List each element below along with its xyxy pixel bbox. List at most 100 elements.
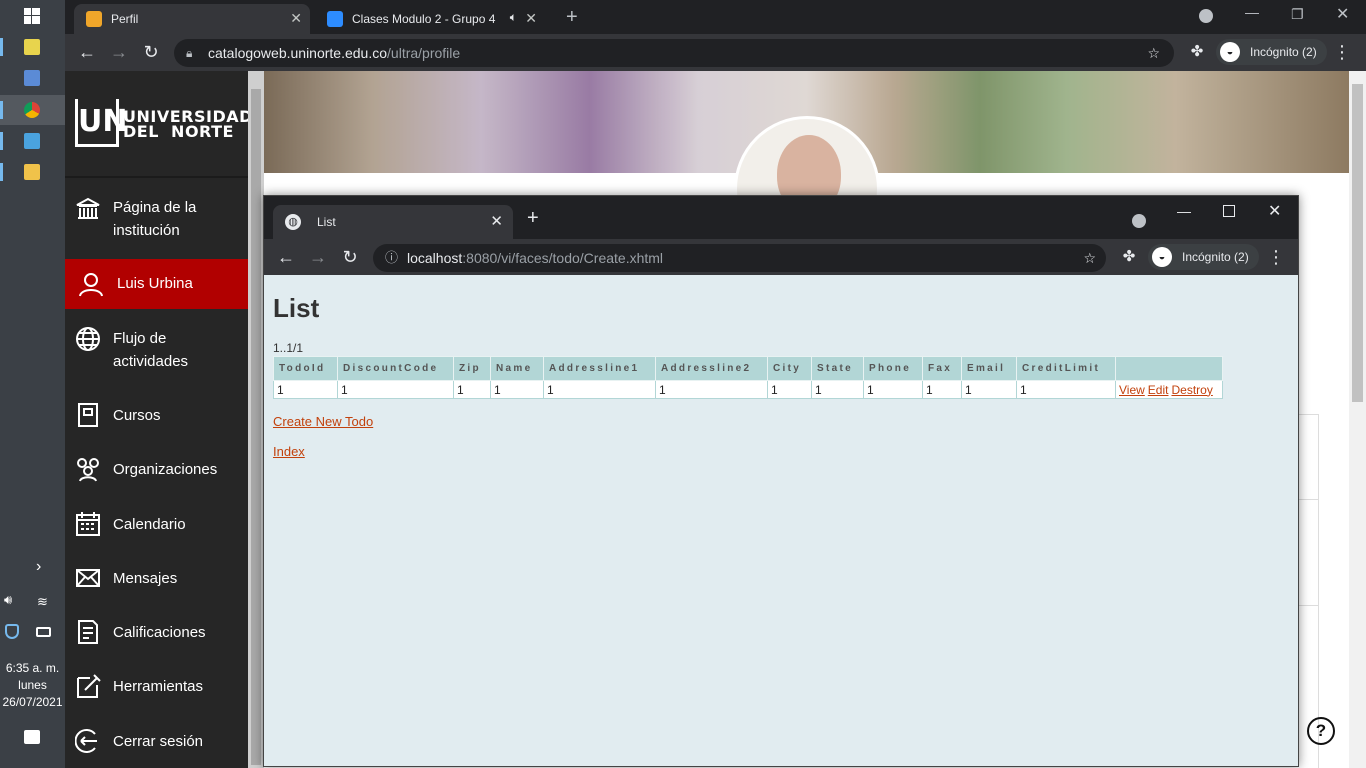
blackboard-sidebar: UN UNIVERSIDAD DEL NORTE Página de la in… [65, 71, 252, 768]
outer-tab-title: Perfil [111, 12, 139, 26]
bookmark-star-icon[interactable]: ☆ [1147, 39, 1160, 67]
column-header: CreditLimit [1016, 356, 1116, 381]
new-tab-icon[interactable]: + [527, 207, 539, 230]
nav-item-profile[interactable]: Luis Urbina [65, 259, 248, 309]
incognito-badge[interactable]: ◒ Incógnito (2) [1216, 39, 1327, 65]
table-row: 1 1 1 1 1 1 1 1 1 1 1 1 View Edit Destroy [273, 380, 1223, 399]
new-tab-icon[interactable]: + [566, 6, 578, 29]
nav-item-courses[interactable]: Cursos [65, 401, 248, 431]
minimize-icon[interactable]: — [1177, 203, 1191, 219]
menu-kebab-icon[interactable]: ⋮ [1331, 41, 1353, 63]
back-icon[interactable]: ← [76, 41, 98, 63]
clock-date: 26/07/2021 [2, 695, 63, 709]
table-cell: 1 [337, 380, 454, 399]
nav-item-activity[interactable]: Flujo de actividades [65, 325, 248, 375]
page-heading: List [273, 293, 320, 323]
battery-icon[interactable] [36, 627, 51, 637]
table-cell: 1 [811, 380, 864, 399]
extensions-icon[interactable]: ✤ [1118, 246, 1140, 268]
table-cell: 1 [543, 380, 656, 399]
close-tab-icon[interactable]: ✕ [525, 10, 537, 27]
nav-label: Calendario [113, 516, 186, 533]
tab-search-icon[interactable] [1199, 9, 1213, 23]
logo-text: UNIVERSIDAD DEL NORTE [123, 109, 253, 141]
maximize-icon[interactable] [1223, 205, 1235, 217]
nav-item-logout[interactable]: Cerrar sesión [65, 727, 248, 757]
taskbar-app-explorer[interactable] [0, 157, 65, 187]
close-tab-icon[interactable]: ✕ [490, 205, 503, 239]
windows-start-icon[interactable] [24, 8, 40, 24]
url-host: localhost [407, 250, 463, 266]
url-host: catalogoweb.uninorte.edu.co [208, 45, 388, 61]
restore-icon[interactable]: ❐ [1291, 6, 1304, 23]
nav-item-messages[interactable]: Mensajes [65, 564, 248, 594]
windows-taskbar: › 🔊︎ ≋ 6:35 a. m. lunes 26/07/2021 [0, 0, 65, 768]
outer-tab-perfil[interactable]: Perfil ✕ [74, 4, 310, 34]
university-logo[interactable]: UN UNIVERSIDAD DEL NORTE [75, 99, 252, 147]
table-cell: 1 [922, 380, 962, 399]
forward-icon[interactable]: → [108, 41, 130, 63]
nav-item-tools[interactable]: Herramientas [65, 672, 248, 702]
chrome-icon [24, 102, 40, 118]
pagination-text: 1..1/1 [273, 341, 304, 355]
column-header [1115, 356, 1223, 381]
close-window-icon[interactable]: ✕ [1268, 201, 1281, 221]
index-link[interactable]: Index [273, 444, 305, 459]
page-scroll-thumb[interactable] [1352, 84, 1363, 402]
tab-search-icon[interactable] [1132, 214, 1146, 228]
nav-item-organizations[interactable]: Organizaciones [65, 455, 248, 485]
reload-icon[interactable]: ↻ [140, 41, 162, 63]
taskbar-app-chrome[interactable] [0, 95, 65, 125]
create-new-todo-link[interactable]: Create New Todo [273, 414, 373, 429]
bookmark-star-icon[interactable]: ☆ [1083, 244, 1096, 272]
logo-line2: DEL NORTE [123, 122, 234, 141]
url-path: :8080/vi/faces/todo/Create.xhtml [462, 250, 664, 266]
menu-kebab-icon[interactable]: ⋮ [1265, 246, 1287, 268]
nav-item-calendar[interactable]: Calendario [65, 510, 248, 540]
nav-label: Cerrar sesión [113, 733, 204, 750]
edit-link[interactable]: Edit [1148, 383, 1169, 397]
taskbar-clock[interactable]: 6:35 a. m. lunes 26/07/2021 [0, 660, 65, 711]
profile-card-edge [1298, 499, 1319, 606]
close-window-icon[interactable]: ✕ [1336, 4, 1349, 24]
speaker-icon[interactable]: 🔊︎ [4, 592, 12, 608]
shield-icon[interactable] [5, 624, 19, 639]
destroy-link[interactable]: Destroy [1171, 383, 1212, 397]
minimize-icon[interactable]: — [1245, 4, 1259, 20]
nav-label: Organizaciones [113, 461, 218, 478]
sidebar-scroll-thumb[interactable] [251, 89, 261, 765]
column-header: Phone [863, 356, 923, 381]
view-link[interactable]: View [1119, 383, 1145, 397]
table-header-row: TodoId DiscountCode Zip Name Addressline… [273, 356, 1223, 381]
wifi-icon[interactable]: ≋ [37, 594, 48, 610]
taskbar-app-monitor[interactable] [0, 63, 65, 93]
back-icon[interactable]: ← [275, 246, 297, 268]
user-icon [79, 273, 103, 297]
nav-label: Calificaciones [113, 624, 206, 641]
nav-item-grades[interactable]: Calificaciones [65, 618, 248, 648]
chevron-right-icon[interactable]: › [36, 558, 41, 576]
outer-toolbar: ← → ↻ 🔒︎ catalogoweb.uninorte.edu.co/ult… [65, 34, 1366, 71]
outer-tab-clases[interactable]: Clases Modulo 2 - Grupo 4 🔈︎ ✕ [315, 4, 545, 34]
outer-address-bar[interactable]: 🔒︎ catalogoweb.uninorte.edu.co/ultra/pro… [174, 39, 1174, 67]
people-icon [77, 458, 99, 482]
extensions-icon[interactable]: ✤ [1186, 41, 1208, 63]
logo-divider [65, 176, 248, 178]
audio-playing-icon[interactable]: 🔈︎ [510, 10, 517, 25]
taskbar-app-notepad[interactable] [0, 32, 65, 62]
incognito-icon: ◒ [1220, 42, 1240, 62]
forward-icon[interactable]: → [307, 246, 329, 268]
table-cell: 1 [767, 380, 812, 399]
taskbar-app-package[interactable] [0, 126, 65, 156]
popup-address-bar[interactable]: ⓘ localhost:8080/vi/faces/todo/Create.xh… [373, 244, 1106, 272]
incognito-badge[interactable]: ◒ Incógnito (2) [1148, 244, 1259, 270]
help-button[interactable]: ? [1307, 717, 1335, 745]
column-header: State [811, 356, 864, 381]
popup-tab-list[interactable]: ◍ List ✕ [273, 205, 513, 239]
close-tab-icon[interactable]: ✕ [290, 10, 302, 27]
reload-icon[interactable]: ↻ [339, 246, 361, 268]
sidebar-scrollbar[interactable] [248, 71, 264, 768]
nav-item-institution[interactable]: Página de la institución [65, 194, 248, 244]
page-scrollbar[interactable] [1349, 71, 1366, 768]
notifications-icon[interactable] [24, 730, 40, 744]
